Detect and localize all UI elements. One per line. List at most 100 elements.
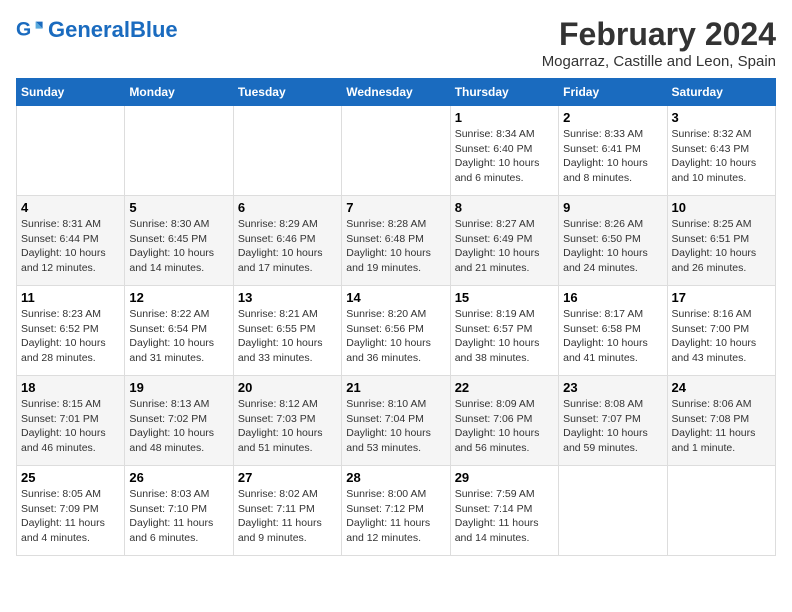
- day-number: 23: [563, 380, 662, 395]
- title-area: February 2024 Mogarraz, Castille and Leo…: [542, 16, 776, 70]
- logo-text: GeneralBlue: [48, 19, 178, 41]
- day-number: 21: [346, 380, 445, 395]
- calendar-cell: 2 Sunrise: 8:33 AM Sunset: 6:41 PM Daylig…: [559, 106, 667, 196]
- day-number: 14: [346, 290, 445, 305]
- calendar-cell: [667, 466, 775, 556]
- day-number: 26: [129, 470, 228, 485]
- day-number: 20: [238, 380, 337, 395]
- day-number: 1: [455, 110, 554, 125]
- calendar-cell: [233, 106, 341, 196]
- calendar-week-row: 1Sunrise: 8:34 AM Sunset: 6:40 PM Daylig…: [17, 106, 776, 196]
- day-number: 6: [238, 200, 337, 215]
- day-number: 11: [21, 290, 120, 305]
- day-detail: Sunrise: 8:30 AM Sunset: 6:45 PM Dayligh…: [129, 217, 228, 276]
- day-detail: Sunrise: 8:15 AM Sunset: 7:01 PM Dayligh…: [21, 397, 120, 456]
- calendar-cell: 9 Sunrise: 8:26 AM Sunset: 6:50 PM Daylig…: [559, 196, 667, 286]
- day-number: 13: [238, 290, 337, 305]
- day-number: 19: [129, 380, 228, 395]
- day-number: 9: [563, 200, 662, 215]
- calendar-cell: 18 Sunrise: 8:15 AM Sunset: 7:01 PM Dayli…: [17, 376, 125, 466]
- day-number: 7: [346, 200, 445, 215]
- day-detail: Sunrise: 8:02 AM Sunset: 7:11 PM Dayligh…: [238, 487, 337, 546]
- header-monday: Monday: [125, 79, 233, 106]
- day-detail: Sunrise: 8:28 AM Sunset: 6:48 PM Dayligh…: [346, 217, 445, 276]
- calendar-cell: 20 Sunrise: 8:12 AM Sunset: 7:03 PM Dayli…: [233, 376, 341, 466]
- header-friday: Friday: [559, 79, 667, 106]
- calendar-cell: 3Sunrise: 8:32 AM Sunset: 6:43 PM Daylig…: [667, 106, 775, 196]
- day-detail: Sunrise: 8:19 AM Sunset: 6:57 PM Dayligh…: [455, 307, 554, 366]
- day-detail: Sunrise: 8:27 AM Sunset: 6:49 PM Dayligh…: [455, 217, 554, 276]
- calendar-cell: 29 Sunrise: 7:59 AM Sunset: 7:14 PM Dayli…: [450, 466, 558, 556]
- day-detail: Sunrise: 8:20 AM Sunset: 6:56 PM Dayligh…: [346, 307, 445, 366]
- header-saturday: Saturday: [667, 79, 775, 106]
- calendar-cell: 21Sunrise: 8:10 AM Sunset: 7:04 PM Dayli…: [342, 376, 450, 466]
- calendar-cell: 16 Sunrise: 8:17 AM Sunset: 6:58 PM Dayli…: [559, 286, 667, 376]
- page-title: February 2024: [542, 16, 776, 53]
- day-detail: Sunrise: 8:25 AM Sunset: 6:51 PM Dayligh…: [672, 217, 771, 276]
- day-detail: Sunrise: 8:16 AM Sunset: 7:00 PM Dayligh…: [672, 307, 771, 366]
- day-number: 16: [563, 290, 662, 305]
- calendar-cell: 14 Sunrise: 8:20 AM Sunset: 6:56 PM Dayli…: [342, 286, 450, 376]
- page-header: G GeneralBlue February 2024 Mogarraz, Ca…: [16, 16, 776, 70]
- calendar-cell: 24 Sunrise: 8:06 AM Sunset: 7:08 PM Dayli…: [667, 376, 775, 466]
- day-detail: Sunrise: 8:29 AM Sunset: 6:46 PM Dayligh…: [238, 217, 337, 276]
- day-number: 2: [563, 110, 662, 125]
- day-number: 29: [455, 470, 554, 485]
- calendar-table: SundayMondayTuesdayWednesdayThursdayFrid…: [16, 78, 776, 556]
- day-number: 28: [346, 470, 445, 485]
- day-detail: Sunrise: 8:31 AM Sunset: 6:44 PM Dayligh…: [21, 217, 120, 276]
- calendar-cell: [342, 106, 450, 196]
- day-detail: Sunrise: 8:05 AM Sunset: 7:09 PM Dayligh…: [21, 487, 120, 546]
- calendar-cell: 12Sunrise: 8:22 AM Sunset: 6:54 PM Dayli…: [125, 286, 233, 376]
- calendar-cell: 7 Sunrise: 8:28 AM Sunset: 6:48 PM Daylig…: [342, 196, 450, 286]
- calendar-week-row: 4 Sunrise: 8:31 AM Sunset: 6:44 PM Daylig…: [17, 196, 776, 286]
- header-thursday: Thursday: [450, 79, 558, 106]
- day-detail: Sunrise: 8:13 AM Sunset: 7:02 PM Dayligh…: [129, 397, 228, 456]
- day-detail: Sunrise: 8:33 AM Sunset: 6:41 PM Dayligh…: [563, 127, 662, 186]
- calendar-header-row: SundayMondayTuesdayWednesdayThursdayFrid…: [17, 79, 776, 106]
- calendar-cell: 27 Sunrise: 8:02 AM Sunset: 7:11 PM Dayli…: [233, 466, 341, 556]
- calendar-week-row: 11Sunrise: 8:23 AM Sunset: 6:52 PM Dayli…: [17, 286, 776, 376]
- calendar-cell: 4 Sunrise: 8:31 AM Sunset: 6:44 PM Daylig…: [17, 196, 125, 286]
- day-detail: Sunrise: 8:06 AM Sunset: 7:08 PM Dayligh…: [672, 397, 771, 456]
- calendar-week-row: 25 Sunrise: 8:05 AM Sunset: 7:09 PM Dayli…: [17, 466, 776, 556]
- logo-general: General: [48, 17, 130, 42]
- day-detail: Sunrise: 8:09 AM Sunset: 7:06 PM Dayligh…: [455, 397, 554, 456]
- logo-icon: G: [16, 16, 44, 44]
- calendar-cell: [125, 106, 233, 196]
- calendar-cell: 10 Sunrise: 8:25 AM Sunset: 6:51 PM Dayli…: [667, 196, 775, 286]
- calendar-cell: 22Sunrise: 8:09 AM Sunset: 7:06 PM Dayli…: [450, 376, 558, 466]
- day-number: 4: [21, 200, 120, 215]
- day-number: 8: [455, 200, 554, 215]
- calendar-cell: 13 Sunrise: 8:21 AM Sunset: 6:55 PM Dayli…: [233, 286, 341, 376]
- day-number: 5: [129, 200, 228, 215]
- page-subtitle: Mogarraz, Castille and Leon, Spain: [542, 53, 776, 70]
- calendar-cell: 26 Sunrise: 8:03 AM Sunset: 7:10 PM Dayli…: [125, 466, 233, 556]
- day-number: 10: [672, 200, 771, 215]
- day-number: 3: [672, 110, 771, 125]
- logo-blue: Blue: [130, 17, 178, 42]
- day-detail: Sunrise: 8:03 AM Sunset: 7:10 PM Dayligh…: [129, 487, 228, 546]
- day-number: 24: [672, 380, 771, 395]
- calendar-cell: 1Sunrise: 8:34 AM Sunset: 6:40 PM Daylig…: [450, 106, 558, 196]
- day-detail: Sunrise: 8:17 AM Sunset: 6:58 PM Dayligh…: [563, 307, 662, 366]
- calendar-cell: 8 Sunrise: 8:27 AM Sunset: 6:49 PM Daylig…: [450, 196, 558, 286]
- svg-text:G: G: [16, 19, 31, 41]
- logo: G GeneralBlue: [16, 16, 178, 44]
- day-detail: Sunrise: 8:21 AM Sunset: 6:55 PM Dayligh…: [238, 307, 337, 366]
- day-number: 17: [672, 290, 771, 305]
- day-number: 27: [238, 470, 337, 485]
- calendar-cell: 28Sunrise: 8:00 AM Sunset: 7:12 PM Dayli…: [342, 466, 450, 556]
- day-number: 18: [21, 380, 120, 395]
- calendar-cell: 5 Sunrise: 8:30 AM Sunset: 6:45 PM Daylig…: [125, 196, 233, 286]
- day-detail: Sunrise: 8:12 AM Sunset: 7:03 PM Dayligh…: [238, 397, 337, 456]
- day-number: 15: [455, 290, 554, 305]
- calendar-cell: 17 Sunrise: 8:16 AM Sunset: 7:00 PM Dayli…: [667, 286, 775, 376]
- day-detail: Sunrise: 7:59 AM Sunset: 7:14 PM Dayligh…: [455, 487, 554, 546]
- day-detail: Sunrise: 8:26 AM Sunset: 6:50 PM Dayligh…: [563, 217, 662, 276]
- day-number: 25: [21, 470, 120, 485]
- calendar-week-row: 18 Sunrise: 8:15 AM Sunset: 7:01 PM Dayli…: [17, 376, 776, 466]
- calendar-cell: 25 Sunrise: 8:05 AM Sunset: 7:09 PM Dayli…: [17, 466, 125, 556]
- calendar-cell: 11Sunrise: 8:23 AM Sunset: 6:52 PM Dayli…: [17, 286, 125, 376]
- calendar-cell: [559, 466, 667, 556]
